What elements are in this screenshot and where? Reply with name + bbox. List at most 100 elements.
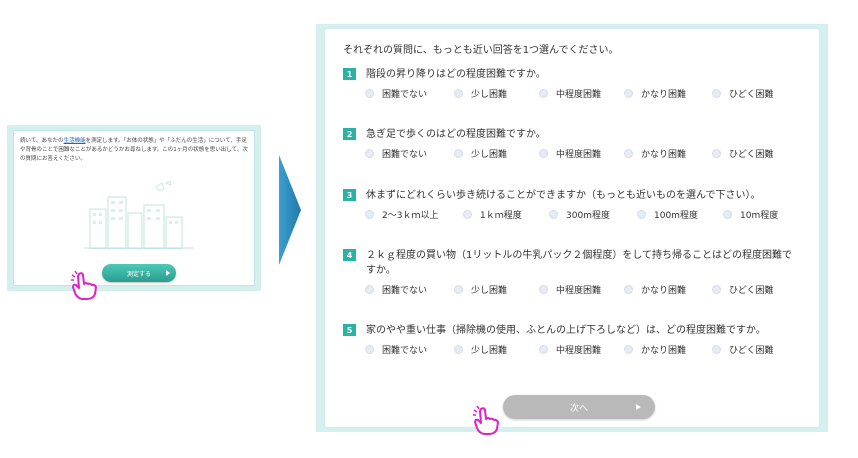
play-arrow-icon [636, 404, 641, 410]
answer-option[interactable]: かなり困難 [624, 147, 686, 160]
answer-option[interactable]: ひどく困難 [712, 87, 773, 100]
intro-screen-panel: 続いて、あなたの生活機能を測定します。「お体の状態」や「ふだんの生活」について、… [7, 125, 261, 291]
answer-option[interactable]: 困難でない [365, 343, 427, 356]
answer-option[interactable]: 300m程度 [549, 208, 610, 221]
option-label: かなり困難 [641, 286, 687, 296]
question-5: 5 家のやや重い仕事（掃除機の使用、ふとんの上げ下ろしなど）は、どの程度困難です… [343, 323, 798, 357]
option-label: 困難でない [382, 150, 428, 160]
next-button[interactable]: 次へ [503, 395, 655, 419]
pointing-hand-icon [473, 405, 499, 435]
question-number-badge: 4 [343, 249, 356, 261]
answer-options: 困難でない 少し困難 中程度困難 かなり困難 ひどく困難 [343, 87, 798, 101]
answer-option[interactable]: 少し困難 [454, 147, 507, 160]
answer-option[interactable]: 100m程度 [637, 208, 698, 221]
option-label: 1ｋｍ程度 [480, 211, 522, 221]
answer-option[interactable]: 困難でない [365, 147, 427, 160]
option-label: かなり困難 [641, 90, 687, 100]
answer-option[interactable]: かなり困難 [624, 283, 686, 296]
option-label: 100m程度 [654, 211, 698, 221]
answer-option[interactable]: かなり困難 [624, 343, 686, 356]
radio-button[interactable] [539, 89, 548, 98]
radio-button[interactable] [365, 149, 374, 158]
radio-button[interactable] [454, 149, 463, 158]
option-label: ひどく困難 [729, 346, 774, 356]
question-text: 休まずにどれくらい歩き続けることができますか（もっとも近いものを選んで下さい）。 [366, 190, 761, 201]
radio-button[interactable] [723, 210, 732, 219]
question-number-badge: 2 [343, 128, 356, 140]
answer-option[interactable]: ひどく困難 [712, 283, 773, 296]
measure-button[interactable]: 測定する [102, 264, 176, 282]
radio-button[interactable] [454, 89, 463, 98]
radio-button[interactable] [539, 285, 548, 294]
radio-button[interactable] [365, 210, 374, 219]
option-label: 300m程度 [566, 211, 610, 221]
question-number-badge: 3 [343, 189, 356, 201]
answer-option[interactable]: 中程度困難 [539, 343, 601, 356]
question-4: 4 ２ｋｇ程度の買い物（1リットルの牛乳パック２個程度）をして持ち帰ることはどの… [343, 248, 798, 297]
option-label: ひどく困難 [729, 150, 774, 160]
answer-option[interactable]: 少し困難 [454, 283, 507, 296]
question-text: 家のやや重い仕事（掃除機の使用、ふとんの上げ下ろしなど）は、どの程度困難ですか。 [366, 325, 766, 336]
option-label: 中程度困難 [556, 346, 602, 356]
intro-text-part: 続いて、あなたの [20, 138, 64, 144]
answer-option[interactable]: 困難でない [365, 283, 427, 296]
radio-button[interactable] [365, 89, 374, 98]
option-label: ひどく困難 [729, 286, 774, 296]
radio-button[interactable] [712, 285, 721, 294]
pointing-hand-icon [71, 270, 97, 300]
answer-option[interactable]: 少し困難 [454, 87, 507, 100]
option-label: 少し困難 [471, 286, 508, 296]
question-3: 3 休まずにどれくらい歩き続けることができますか（もっとも近いものを選んで下さい… [343, 188, 798, 222]
answer-option[interactable]: 中程度困難 [539, 87, 601, 100]
answer-option[interactable]: 困難でない [365, 87, 427, 100]
question-2: 2 急ぎ足で歩くのはどの程度困難ですか。 困難でない 少し困難 中程度困難 かな… [343, 127, 798, 161]
questionnaire-card: それぞれの質問に、もっとも近い回答を1つ選んでください。 1 階段の昇り降りはど… [325, 29, 819, 427]
radio-button[interactable] [463, 210, 472, 219]
answer-option[interactable]: かなり困難 [624, 87, 686, 100]
radio-button[interactable] [539, 345, 548, 354]
next-button-label: 次へ [569, 403, 588, 414]
radio-button[interactable] [624, 345, 633, 354]
option-label: 中程度困難 [556, 150, 602, 160]
option-label: 中程度困難 [556, 286, 602, 296]
question-text: ２ｋｇ程度の買い物（1リットルの牛乳パック２個程度）をして持ち帰ることはどの程度… [366, 250, 793, 276]
intro-text: 続いて、あなたの生活機能を測定します。「お体の状態」や「ふだんの生活」について、… [20, 137, 250, 164]
radio-button[interactable] [637, 210, 646, 219]
living-function-link[interactable]: 生活機能 [64, 138, 86, 144]
radio-button[interactable] [454, 285, 463, 294]
radio-button[interactable] [454, 345, 463, 354]
radio-button[interactable] [712, 149, 721, 158]
answer-options: 困難でない 少し困難 中程度困難 かなり困難 ひどく困難 [343, 343, 798, 357]
radio-button[interactable] [624, 149, 633, 158]
option-label: 10m程度 [740, 211, 779, 221]
answer-option[interactable]: ひどく困難 [712, 343, 773, 356]
answer-options: 困難でない 少し困難 中程度困難 かなり困難 ひどく困難 [343, 147, 798, 161]
option-label: 少し困難 [471, 90, 508, 100]
radio-button[interactable] [539, 149, 548, 158]
radio-button[interactable] [365, 345, 374, 354]
chevron-right-arrow-icon [279, 155, 301, 265]
instruction-text: それぞれの質問に、もっとも近い回答を1つ選んでください。 [343, 45, 619, 56]
question-1: 1 階段の昇り降りはどの程度困難ですか。 困難でない 少し困難 中程度困難 かな… [343, 67, 798, 101]
answer-options: 2～3ｋｍ以上 1ｋｍ程度 300m程度 100m程度 10m程度 [343, 208, 798, 222]
measure-button-label: 測定する [126, 270, 151, 278]
answer-option[interactable]: 中程度困難 [539, 283, 601, 296]
answer-option[interactable]: 1ｋｍ程度 [463, 208, 522, 221]
option-label: ひどく困難 [729, 90, 774, 100]
radio-button[interactable] [624, 89, 633, 98]
answer-option[interactable]: ひどく困難 [712, 147, 773, 160]
question-text: 急ぎ足で歩くのはどの程度困難ですか。 [366, 129, 546, 140]
answer-options: 困難でない 少し困難 中程度困難 かなり困難 ひどく困難 [343, 283, 798, 297]
option-label: 中程度困難 [556, 90, 602, 100]
radio-button[interactable] [549, 210, 558, 219]
radio-button[interactable] [624, 285, 633, 294]
option-label: 困難でない [382, 90, 428, 100]
answer-option[interactable]: 2～3ｋｍ以上 [365, 208, 438, 221]
radio-button[interactable] [712, 345, 721, 354]
radio-button[interactable] [365, 285, 374, 294]
option-label: かなり困難 [641, 150, 687, 160]
answer-option[interactable]: 10m程度 [723, 208, 778, 221]
answer-option[interactable]: 少し困難 [454, 343, 507, 356]
answer-option[interactable]: 中程度困難 [539, 147, 601, 160]
radio-button[interactable] [712, 89, 721, 98]
